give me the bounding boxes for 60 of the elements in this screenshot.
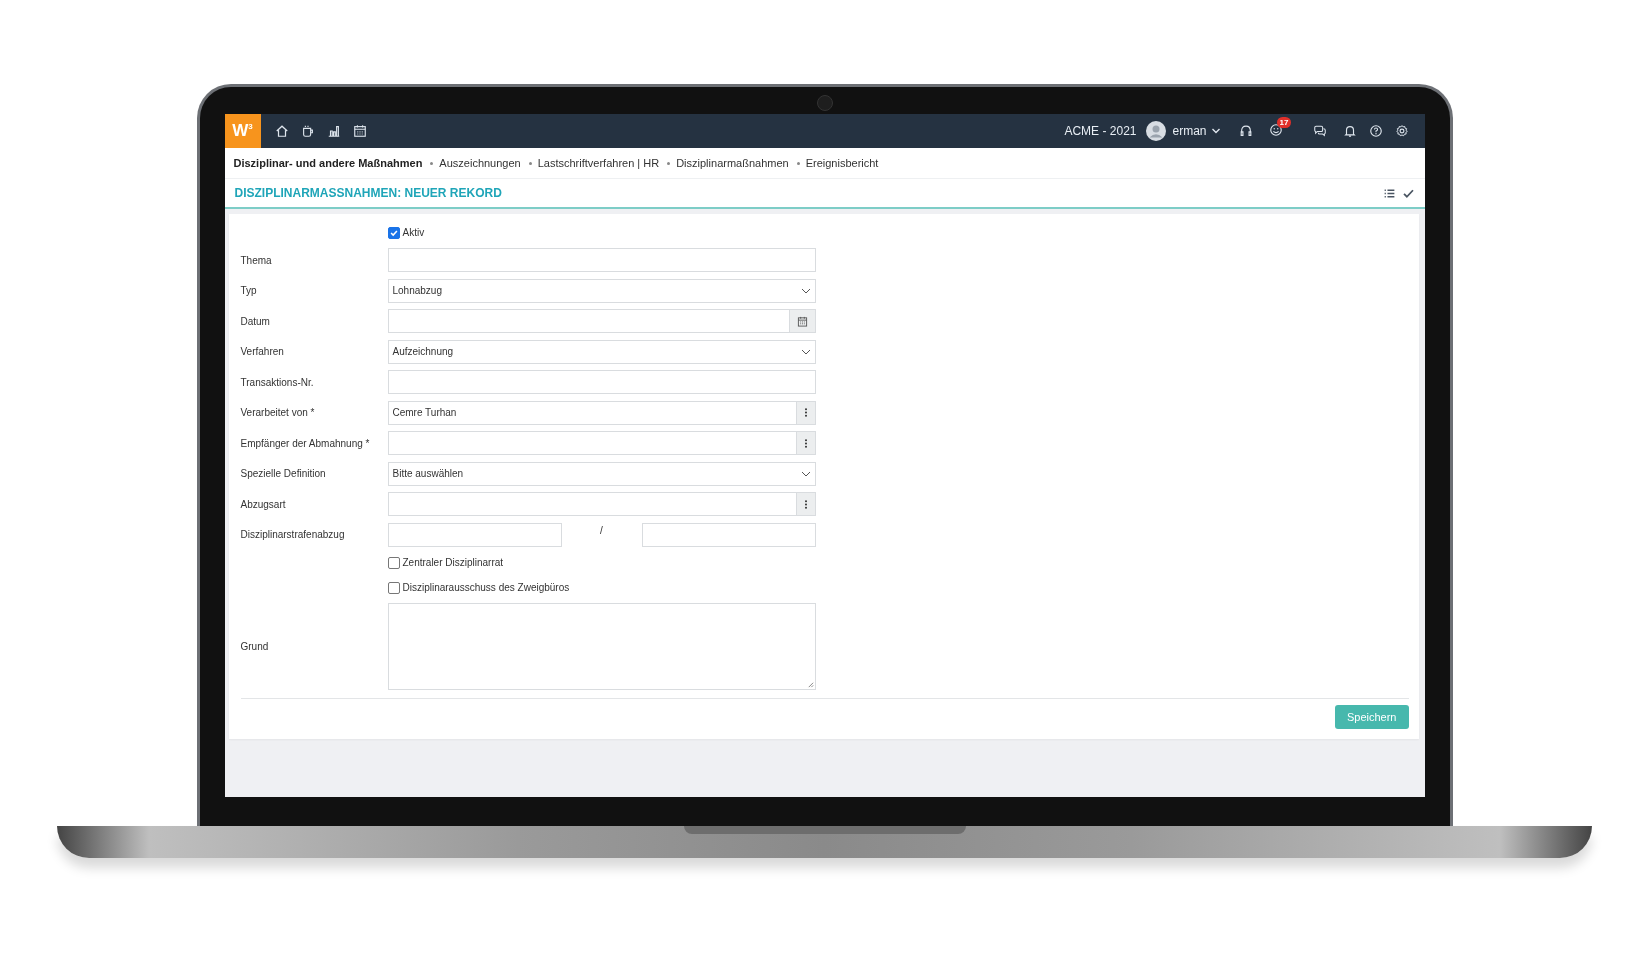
select-field[interactable]: Aufzeichnung [387, 339, 816, 364]
notification-badge: 17 [1276, 116, 1292, 128]
field-label: Abzugsart [240, 498, 286, 510]
breadcrumb-link[interactable]: Auszeichnungen [439, 157, 521, 169]
checkbox[interactable] [387, 581, 400, 594]
lookup-field[interactable] [387, 431, 797, 456]
field-label: Transaktions-Nr. [240, 376, 314, 388]
chevron-down-icon[interactable] [1210, 126, 1221, 136]
calendar-icon[interactable] [352, 124, 367, 138]
field-label: Verfahren [240, 346, 284, 358]
field-label: Empfänger der Abmahnung * [240, 437, 370, 449]
select-field[interactable]: Bitte auswählen [387, 461, 816, 486]
field-label: Datum [240, 315, 270, 327]
field-label: Spezielle Definition [240, 468, 326, 480]
bullet-icon [796, 161, 800, 165]
vertical-dots-icon [803, 437, 808, 449]
bullet-icon [430, 161, 434, 165]
user-name[interactable]: erman [1172, 124, 1207, 138]
vertical-dots-icon [803, 407, 808, 419]
calendar-button[interactable] [789, 309, 816, 334]
vertical-dots-icon [803, 498, 808, 510]
bell-icon[interactable] [1342, 124, 1357, 138]
home-icon[interactable] [274, 124, 289, 138]
bullet-icon [667, 161, 671, 165]
field-label: Thema [240, 254, 272, 266]
checkbox-label: Zentraler Disziplinarrat [402, 557, 504, 568]
select-field[interactable]: Lohnabzug [387, 278, 816, 303]
resize-handle-icon[interactable] [806, 680, 814, 688]
range-start-field[interactable] [387, 522, 562, 547]
avatar-icon[interactable] [1146, 121, 1167, 141]
field-label: Disziplinarstrafenabzug [240, 529, 345, 541]
checkbox[interactable] [387, 556, 400, 569]
checkbox-label: Aktiv [402, 227, 425, 238]
range-separator: / [599, 524, 604, 536]
settings-icon[interactable] [1394, 124, 1409, 138]
field-label: Typ [240, 285, 257, 297]
breadcrumb-link[interactable]: Ereignisbericht [805, 157, 879, 169]
breadcrumb-link[interactable]: Lastschriftverfahren | HR [537, 157, 660, 169]
help-icon[interactable] [1368, 124, 1383, 138]
calendar-icon [796, 315, 808, 327]
checkbox[interactable] [387, 226, 400, 239]
bullet-icon [528, 161, 532, 165]
chat-icon[interactable] [1312, 124, 1327, 138]
cup-icon[interactable] [300, 124, 315, 138]
checkbox-label: Disziplinarausschuss des Zweigbüros [402, 582, 570, 593]
company-year-label[interactable]: ACME - 2021 [1064, 124, 1137, 138]
text-field[interactable] [387, 248, 816, 273]
field-label: Verarbeitet von * [240, 407, 315, 419]
lookup-field[interactable]: Cemre Turhan [387, 400, 797, 425]
range-end-field[interactable] [641, 522, 816, 547]
text-field[interactable] [387, 370, 816, 395]
date-field[interactable] [387, 309, 790, 334]
headset-icon[interactable] [1238, 124, 1253, 138]
lookup-field[interactable] [387, 492, 797, 517]
camera-icon [816, 95, 833, 111]
field-label: Grund [240, 640, 269, 652]
breadcrumb-link[interactable]: Disziplinar- und andere Maßnahmen [233, 157, 423, 169]
breadcrumb-link[interactable]: Disziplinarmaßnahmen [676, 157, 789, 169]
page-title: DISZIPLINARMASSNAHMEN: NEUER REKORD [234, 186, 503, 200]
bar-chart-icon[interactable] [326, 124, 341, 138]
